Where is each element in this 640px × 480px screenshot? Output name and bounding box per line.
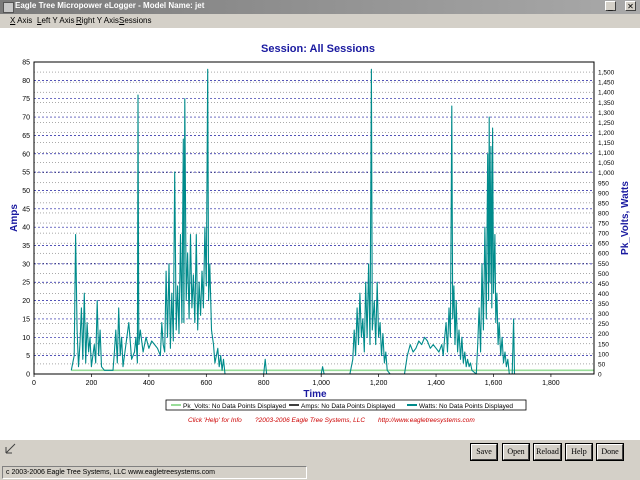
status-text: c 2003-2006 Eagle Tree Systems, LLC www.… — [2, 466, 307, 479]
x-tick-label: 1,600 — [485, 380, 503, 387]
x-axis-ticks: 0 200 400 600 800 1,000 1,200 1,400 1,600 1,800 — [32, 374, 560, 387]
left-axis-ticks: 0 5 10 15 20 25 30 35 40 45 50 55 60 65 70 75 80 85 — [22, 60, 30, 379]
x-tick-label: 1,200 — [370, 380, 388, 387]
close-button[interactable]: ✕ — [625, 1, 636, 11]
legend-label-amps: Amps: No Data Points Displayed — [301, 403, 396, 410]
left-tick-label: 25 — [22, 280, 30, 287]
chart-svg: Session: All Sessions 0 5 10 15 20 25 30 35 40 45… — [9, 43, 631, 424]
right-tick-label: 300 — [598, 311, 609, 318]
x-tick-label: 400 — [143, 380, 155, 387]
legend-label-pk-volts: Pk_Volts: No Data Points Displayed — [183, 403, 286, 410]
x-tick-label: 1,000 — [312, 380, 330, 387]
right-tick-label: 650 — [598, 241, 609, 248]
x-tick-label: 800 — [258, 380, 270, 387]
right-tick-label: 50 — [598, 361, 606, 368]
right-tick-label: 700 — [598, 231, 609, 238]
right-tick-label: 1,450 — [598, 80, 615, 87]
left-tick-label: 40 — [22, 225, 30, 232]
right-tick-label: 1,100 — [598, 150, 615, 157]
left-tick-label: 10 — [22, 335, 30, 342]
right-tick-label: 900 — [598, 190, 609, 197]
right-tick-label: 1,500 — [598, 70, 615, 77]
right-axis-ticks: 0 50 100 150 200 250 300 350 400 450 500 550 600 650 7… — [598, 70, 615, 379]
footer-url[interactable]: http://www.eagletreesystems.com — [378, 417, 475, 424]
right-axis-label: Pk_Volts, Watts — [620, 181, 631, 255]
window-titlebar: Eagle Tree Micropower eLogger - Model Na… — [0, 0, 640, 14]
right-tick-label: 150 — [598, 341, 609, 348]
left-tick-label: 70 — [22, 115, 30, 122]
left-tick-label: 55 — [22, 170, 30, 177]
footer-copyright: ?2003-2006 Eagle Tree Systems, LLC — [255, 417, 365, 424]
right-tick-label: 550 — [598, 261, 609, 268]
left-tick-label: 80 — [22, 78, 30, 85]
left-tick-label: 15 — [22, 316, 30, 323]
right-tick-label: 1,050 — [598, 160, 615, 167]
reload-button[interactable]: Reload — [534, 444, 561, 460]
save-button[interactable]: Save — [471, 444, 497, 460]
chart-title: Session: All Sessions — [261, 43, 375, 55]
footer-help-info: Click 'Help' for Info — [188, 417, 242, 424]
left-axis-label: Amps — [9, 204, 20, 232]
legend-label-watts: Watts: No Data Points Displayed — [419, 403, 513, 410]
right-tick-label: 1,000 — [598, 170, 615, 177]
right-tick-label: 350 — [598, 301, 609, 308]
resize-grip-icon — [5, 443, 16, 454]
legend: Pk_Volts: No Data Points Displayed Amps:… — [165, 399, 527, 411]
right-tick-label: 850 — [598, 200, 609, 207]
right-tick-label: 200 — [598, 331, 609, 338]
left-tick-label: 0 — [26, 372, 30, 379]
right-tick-label: 1,300 — [598, 110, 615, 117]
right-tick-label: 400 — [598, 291, 609, 298]
done-button[interactable]: Done — [597, 444, 623, 460]
chart-area: Session: All Sessions 0 5 10 15 20 25 30 35 40 45… — [0, 28, 640, 440]
status-bar: c 2003-2006 Eagle Tree Systems, LLC www.… — [0, 464, 640, 480]
right-tick-label: 100 — [598, 351, 609, 358]
left-tick-label: 50 — [22, 188, 30, 195]
menu-left-y-axis[interactable]: Left Y Axis — [37, 16, 75, 25]
right-tick-label: 950 — [598, 180, 609, 187]
x-axis-label: Time — [303, 389, 327, 400]
x-tick-label: 1,400 — [427, 380, 445, 387]
left-tick-label: 20 — [22, 298, 30, 305]
left-tick-label: 35 — [22, 243, 30, 250]
left-tick-label: 60 — [22, 151, 30, 158]
right-tick-label: 1,150 — [598, 140, 615, 147]
x-tick-label: 600 — [200, 380, 212, 387]
left-tick-label: 85 — [22, 60, 30, 67]
right-tick-label: 800 — [598, 210, 609, 217]
right-tick-label: 500 — [598, 271, 609, 278]
help-button[interactable]: Help — [566, 444, 592, 460]
right-tick-label: 0 — [598, 372, 602, 379]
left-tick-label: 30 — [22, 261, 30, 268]
minimize-button[interactable]: _ — [605, 1, 616, 11]
left-tick-label: 65 — [22, 133, 30, 140]
x-tick-label: 200 — [86, 380, 98, 387]
menu-x-axis[interactable]: X Axis — [10, 16, 32, 25]
open-button[interactable]: Open — [503, 444, 529, 460]
chart-series — [70, 68, 594, 375]
right-tick-label: 1,250 — [598, 120, 615, 127]
right-tick-label: 250 — [598, 321, 609, 328]
right-tick-label: 1,400 — [598, 90, 615, 97]
right-tick-label: 450 — [598, 281, 609, 288]
menu-bar: X Axis Left Y Axis Right Y Axis Sessions — [0, 14, 640, 28]
x-tick-label: 1,800 — [542, 380, 560, 387]
app-icon — [3, 2, 14, 13]
left-tick-label: 45 — [22, 206, 30, 213]
x-tick-label: 0 — [32, 380, 36, 387]
right-tick-label: 1,350 — [598, 100, 615, 107]
window-title: Eagle Tree Micropower eLogger - Model Na… — [15, 1, 205, 10]
left-tick-label: 75 — [22, 96, 30, 103]
menu-right-y-axis[interactable]: Right Y Axis — [76, 16, 119, 25]
right-tick-label: 600 — [598, 251, 609, 258]
right-tick-label: 1,200 — [598, 130, 615, 137]
series-line-2 — [70, 68, 594, 375]
left-tick-label: 5 — [26, 353, 30, 360]
right-tick-label: 750 — [598, 221, 609, 228]
menu-sessions[interactable]: Sessions — [119, 16, 151, 25]
